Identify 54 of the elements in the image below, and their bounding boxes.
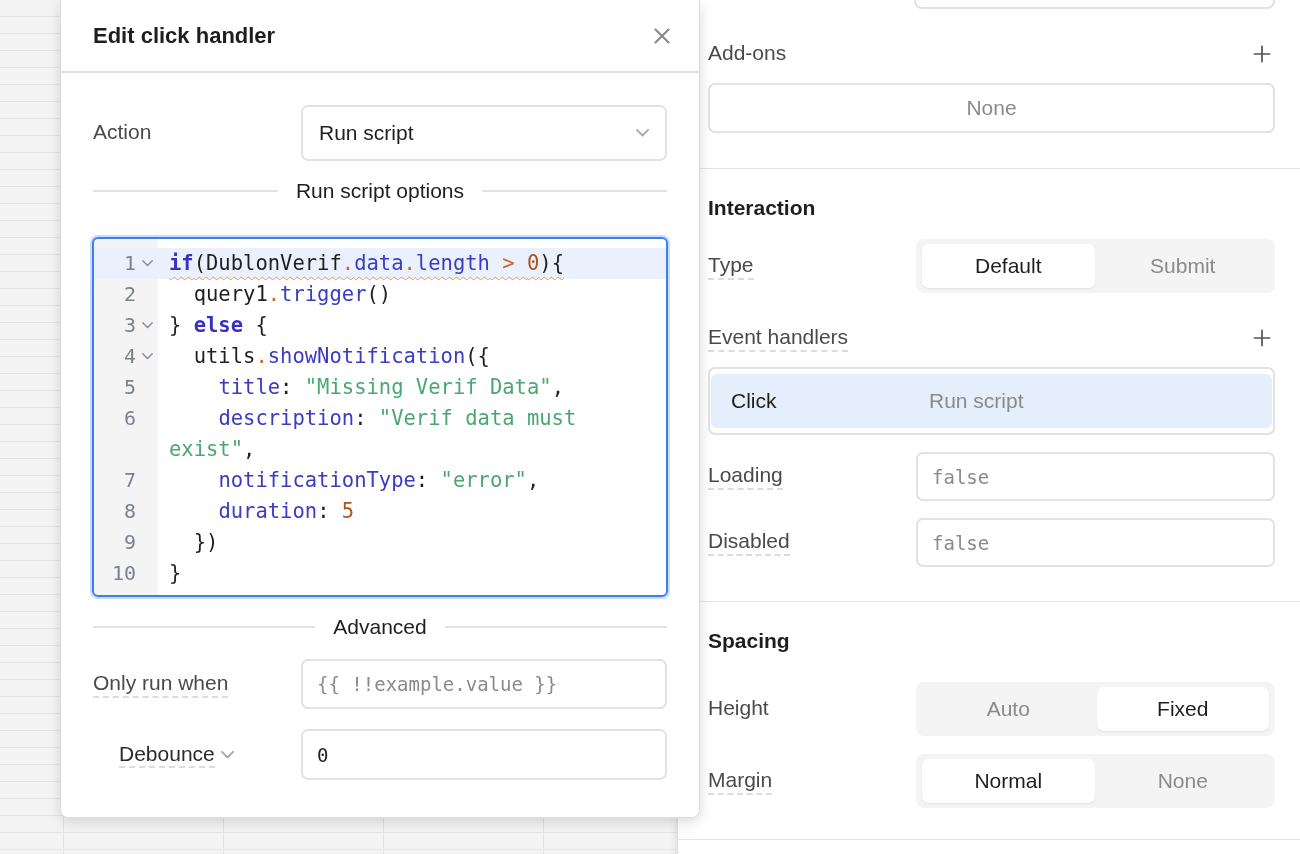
- line-number: 3: [123, 312, 136, 339]
- section-heading: Advanced: [333, 615, 427, 639]
- action-select[interactable]: Run script: [301, 105, 667, 161]
- input-field[interactable]: 0: [301, 729, 667, 780]
- segment-option[interactable]: Default: [922, 244, 1095, 288]
- field-label: Disabled: [708, 529, 790, 556]
- field-label: Only run when: [93, 670, 229, 698]
- input-field[interactable]: {{ !!example.value }}: [301, 659, 667, 709]
- field-label: Event handlers: [708, 324, 849, 352]
- field-label: Loading: [708, 463, 783, 490]
- code-line: description: "Verif data must exist",: [168, 405, 578, 463]
- line-number: 2: [123, 281, 136, 308]
- fold-chevron-icon[interactable]: [141, 260, 153, 267]
- input-field[interactable]: [914, 0, 1275, 9]
- section-heading: Run script options: [295, 179, 465, 203]
- input-field[interactable]: false: [916, 518, 1275, 567]
- line-number: 6: [123, 405, 136, 432]
- dialog-title: Edit click handler: [93, 22, 276, 49]
- line-number: 1: [123, 250, 136, 277]
- fold-chevron-icon[interactable]: [141, 322, 153, 329]
- field-label: Margin: [708, 767, 773, 795]
- field-label: Action: [93, 119, 152, 145]
- code-line: }): [192, 529, 220, 556]
- line-number: 8: [123, 498, 136, 525]
- line-number: 10: [111, 560, 136, 587]
- code-line: notificationType: "error",: [217, 467, 541, 494]
- line-number: 7: [123, 467, 136, 494]
- event-name: Click: [731, 389, 778, 413]
- line-number: 5: [123, 374, 136, 401]
- code-editor[interactable]: [92, 237, 668, 597]
- chevron-down-icon: [220, 750, 234, 759]
- code-line: } else {: [168, 312, 269, 339]
- code-line: duration: 5: [217, 498, 356, 525]
- code-line: if(DublonVerif.data.length > 0){: [168, 250, 565, 277]
- handler-item[interactable]: Click Run script: [711, 374, 1272, 428]
- code-line: title: "Missing Verif Data",: [217, 374, 565, 401]
- section-title[interactable]: Interaction: [708, 196, 816, 220]
- event-action: Run script: [929, 389, 1025, 413]
- section-title[interactable]: Spacing: [708, 629, 790, 653]
- segment-option[interactable]: Fixed: [1096, 687, 1269, 731]
- code-line: query1.trigger(): [192, 281, 393, 308]
- input-field[interactable]: false: [916, 452, 1275, 501]
- field-label: Type: [708, 252, 754, 280]
- chevron-down-icon: [636, 129, 649, 137]
- line-number: 4: [123, 343, 136, 370]
- segment-option[interactable]: Normal: [922, 759, 1095, 803]
- code-line: }: [168, 560, 183, 587]
- fold-chevron-icon[interactable]: [141, 353, 153, 360]
- field-label-menu[interactable]: Debounce: [93, 741, 234, 768]
- code-line: utils.showNotification({: [192, 343, 491, 370]
- empty-state-box: None: [708, 83, 1275, 133]
- field-label: Add-ons: [708, 40, 787, 66]
- field-label: Height: [708, 695, 769, 721]
- line-number: 9: [123, 529, 136, 556]
